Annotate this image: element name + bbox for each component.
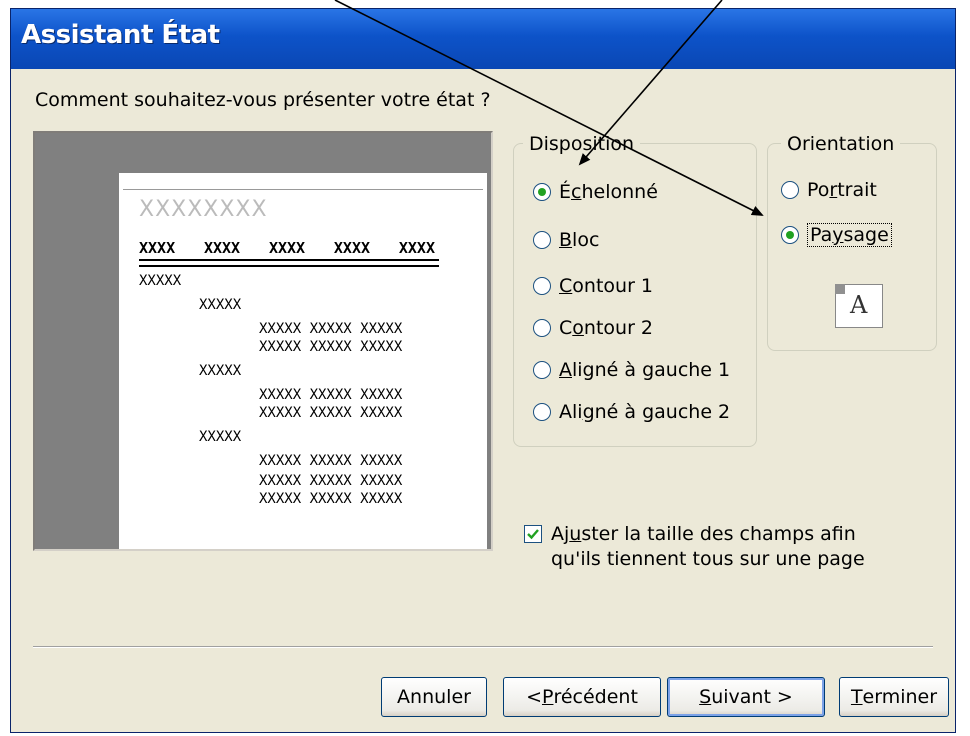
arrow-to-paysage [334,0,764,216]
annotation-arrows [334,0,764,216]
arrow-to-disposition [578,0,723,166]
